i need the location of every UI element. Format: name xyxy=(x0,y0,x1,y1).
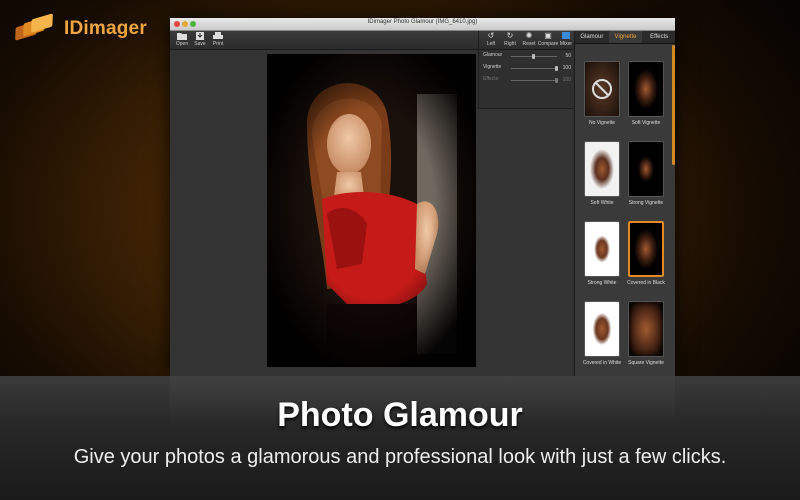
rotate-right-icon: ↻ xyxy=(506,31,514,40)
preset-covered-in-black[interactable]: Covered in Black xyxy=(624,221,668,286)
preset-thumbnail-selected xyxy=(628,221,664,277)
rotate-left-icon: ↺ xyxy=(487,31,495,40)
vignette-value: 100 xyxy=(562,65,571,71)
effects-label: Effects xyxy=(483,76,499,82)
tab-glamour[interactable]: Glamour xyxy=(575,31,609,43)
portrait-illustration xyxy=(267,54,476,367)
mixer-label: Mixer xyxy=(559,41,573,47)
preset-label: Covered in White xyxy=(582,360,622,366)
preset-label: Covered in Black xyxy=(627,280,665,286)
tab-vignette[interactable]: Vignette xyxy=(608,31,643,43)
preset-no-vignette[interactable]: No Vignette xyxy=(580,61,624,126)
vignette-slider[interactable] xyxy=(511,68,557,69)
open-label: Open xyxy=(175,41,189,47)
preset-thumbnail xyxy=(584,301,620,357)
save-icon xyxy=(195,32,205,40)
window-title: IDimager Photo Glamour (IMG_6410.jpg) xyxy=(367,19,478,25)
left-label: Left xyxy=(486,41,496,47)
effects-value: 100 xyxy=(562,77,571,83)
print-button[interactable]: Print xyxy=(206,32,230,47)
vignette-label: Vignette xyxy=(483,64,502,70)
save-label: Save xyxy=(194,41,206,47)
preset-covered-in-white[interactable]: Covered in White xyxy=(580,301,624,366)
right-label: Right xyxy=(504,41,516,47)
preset-label: Soft Vignette xyxy=(631,120,661,126)
marketing-subline: Give your photos a glamorous and profess… xyxy=(73,446,727,468)
preset-thumbnail xyxy=(628,61,664,117)
effects-slider-row: Effects 100 xyxy=(483,76,571,86)
preset-thumbnail xyxy=(628,141,664,197)
glamour-label: Glamour xyxy=(483,52,503,58)
vignette-slider-knob[interactable] xyxy=(555,66,558,71)
printer-icon xyxy=(213,32,223,40)
preset-strong-white[interactable]: Strong White xyxy=(580,221,624,286)
glamour-value: 50 xyxy=(565,53,571,59)
preset-label: Square Vignette xyxy=(628,360,664,366)
preset-label: Soft White xyxy=(590,200,614,206)
photo-preview[interactable] xyxy=(267,54,476,367)
folder-icon xyxy=(177,32,187,40)
adjustment-panel: ↺ Left ↻ Right ✺ Reset ▣ Compare Mixer G… xyxy=(478,31,575,109)
preset-thumbnail xyxy=(628,301,664,357)
preset-label: Strong Vignette xyxy=(628,200,664,206)
preset-label: No Vignette xyxy=(588,120,616,126)
marketing-headline: Photo Glamour xyxy=(277,396,523,434)
presets-tabs: Glamour Vignette Effects xyxy=(575,31,675,44)
preset-thumbnail xyxy=(584,141,620,197)
title-bar: IDimager Photo Glamour (IMG_6410.jpg) xyxy=(170,18,675,31)
print-label: Print xyxy=(212,41,224,47)
no-symbol-icon xyxy=(592,79,612,99)
preset-thumbnail xyxy=(584,221,620,277)
vignette-slider-row: Vignette 100 xyxy=(483,64,571,74)
tab-effects[interactable]: Effects xyxy=(642,31,675,43)
mixer-icon xyxy=(561,32,571,40)
preset-thumbnail xyxy=(584,61,620,117)
preset-label: Strong White xyxy=(587,280,617,286)
presets-panel: Glamour Vignette Effects No Vignette Sof… xyxy=(574,31,675,376)
logo-mark-icon xyxy=(14,13,60,44)
presets-scrollbar[interactable] xyxy=(672,45,675,165)
glamour-slider-knob[interactable] xyxy=(532,54,535,59)
glamour-slider-row: Glamour 50 xyxy=(483,52,571,62)
brand-name: IDimager xyxy=(64,18,147,39)
compare-icon: ▣ xyxy=(544,31,552,40)
preset-soft-vignette[interactable]: Soft Vignette xyxy=(624,61,668,126)
app-window: IDimager Photo Glamour (IMG_6410.jpg) Op… xyxy=(170,18,675,376)
effects-slider-knob[interactable] xyxy=(555,78,558,83)
preset-soft-white[interactable]: Soft White xyxy=(580,141,624,206)
reset-label: Reset xyxy=(522,41,536,47)
brand-logo: IDimager xyxy=(14,13,147,44)
effects-slider[interactable] xyxy=(511,80,557,81)
adjustment-toolbar: ↺ Left ↻ Right ✺ Reset ▣ Compare Mixer xyxy=(479,31,575,50)
reset-icon: ✺ xyxy=(525,31,533,40)
preset-square-vignette[interactable]: Square Vignette xyxy=(624,301,668,366)
preset-strong-vignette[interactable]: Strong Vignette xyxy=(624,141,668,206)
